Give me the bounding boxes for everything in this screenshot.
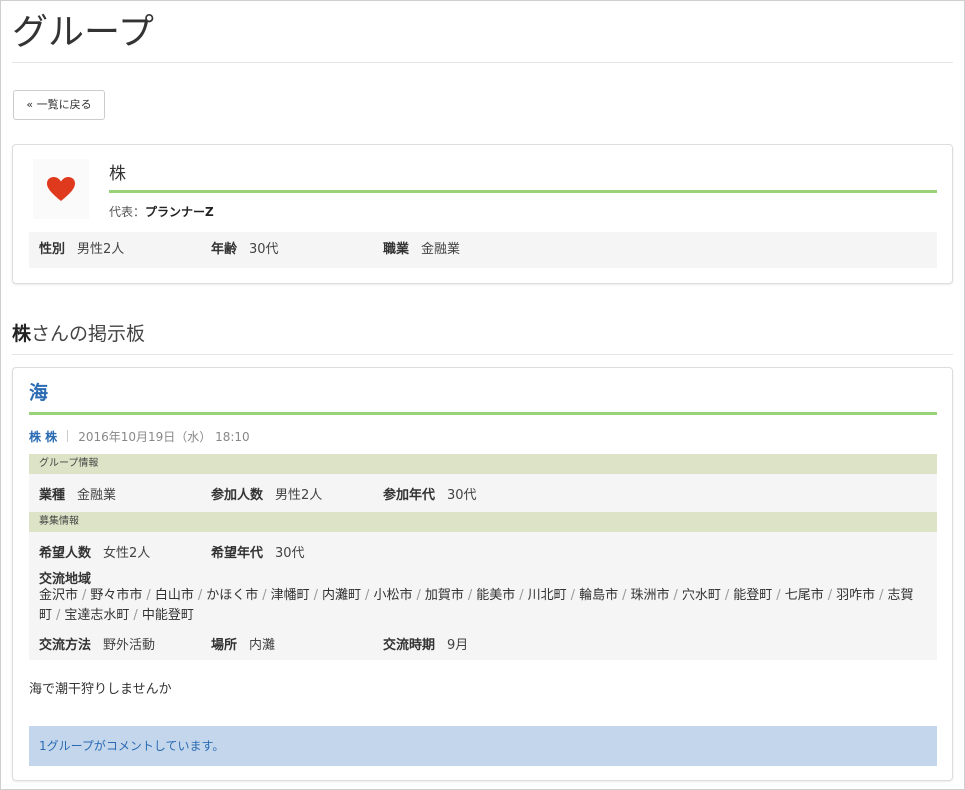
- area-separator: /: [365, 588, 370, 603]
- area-separator: /: [879, 588, 884, 603]
- wanted-value: 女性2人: [103, 546, 151, 561]
- industry-attr: 業種 金融業: [39, 484, 116, 503]
- page-title: グループ: [12, 1, 953, 63]
- recruit-heading: 募集情報: [29, 512, 937, 532]
- wanted-age-label: 希望年代: [211, 546, 264, 561]
- method-label: 交流方法: [39, 638, 92, 653]
- area-item: 白山市: [154, 588, 194, 603]
- area-separator: /: [519, 588, 524, 603]
- area-item: 中能登町: [141, 608, 194, 623]
- area-separator: /: [133, 608, 138, 623]
- area-separator: /: [197, 588, 203, 603]
- area-item: 羽咋市: [836, 588, 876, 603]
- industry-value: 金融業: [77, 488, 117, 503]
- member-age-attr: 参加年代 30代: [383, 484, 477, 503]
- area-separator: /: [146, 588, 151, 603]
- members-attr: 参加人数 男性2人: [211, 484, 322, 503]
- group-attributes: 性別 男性2人 年齢 30代 職業 金融業: [29, 232, 937, 268]
- area-separator: /: [570, 588, 576, 603]
- area-item: 金沢市: [39, 588, 79, 603]
- post-meta: 株 株 2016年10月19日（水） 18:10: [29, 428, 250, 445]
- heart-icon: [47, 177, 75, 201]
- job-label: 職業: [383, 242, 410, 257]
- board-owner: 株: [12, 323, 32, 345]
- area-item: 珠洲市: [630, 588, 670, 603]
- area-separator: /: [724, 588, 730, 603]
- member-age-value: 30代: [447, 488, 477, 503]
- age-attr: 年齢 30代: [211, 232, 279, 268]
- area-item: 輪島市: [579, 588, 619, 603]
- method-value: 野外活動: [103, 638, 156, 653]
- members-value: 男性2人: [275, 488, 323, 503]
- method-attr: 交流方法 野外活動: [39, 634, 155, 653]
- post-title[interactable]: 海: [29, 378, 937, 415]
- area-separator: /: [776, 588, 781, 603]
- area-separator: /: [622, 588, 627, 603]
- post-date: 2016年10月19日（水） 18:10: [78, 430, 250, 444]
- representative-name[interactable]: プランナーZ: [145, 205, 214, 219]
- gender-label: 性別: [39, 242, 66, 257]
- representative: 代表：プランナーZ: [109, 203, 214, 220]
- area-item: 津幡町: [270, 588, 310, 603]
- post-card: 海 株 株 2016年10月19日（水） 18:10 グループ情報 業種 金融業 参…: [12, 367, 953, 781]
- age-value: 30代: [249, 242, 279, 257]
- place-value: 内灘: [249, 638, 276, 653]
- age-label: 年齢: [211, 242, 238, 257]
- wanted-age-value: 30代: [275, 546, 305, 561]
- wanted-age-attr: 希望年代 30代: [211, 542, 305, 561]
- group-info-heading: グループ情報: [29, 454, 937, 474]
- group-profile-card: 株 代表：プランナーZ 性別 男性2人 年齢 30代 職業 金融業: [12, 144, 953, 284]
- area-separator: /: [56, 608, 61, 623]
- area-item: 小松市: [373, 588, 413, 603]
- member-age-label: 参加年代: [383, 488, 436, 503]
- industry-label: 業種: [39, 488, 66, 503]
- wanted-attr: 希望人数 女性2人: [39, 542, 150, 561]
- area-separator: /: [673, 588, 678, 603]
- representative-label: 代表：: [109, 205, 146, 219]
- period-label: 交流時期: [383, 638, 436, 653]
- area-separator: /: [313, 588, 319, 603]
- place-attr: 場所 内灘: [211, 634, 275, 653]
- area-label: 交流地域: [39, 572, 92, 587]
- area-item: 加賀市: [424, 588, 464, 603]
- area-separator: /: [467, 588, 473, 603]
- post-author[interactable]: 株 株: [29, 430, 57, 444]
- group-info-body: 業種 金融業 参加人数 男性2人 参加年代 30代: [29, 474, 937, 512]
- page-container: グループ « 一覧に戻る 株 代表：プランナーZ 性別 男性2人 年齢 30代 職業…: [12, 1, 953, 781]
- area-item: かほく市: [206, 588, 259, 603]
- place-label: 場所: [211, 638, 238, 653]
- meta-divider: [67, 430, 69, 442]
- area-item: 野々市市: [90, 588, 143, 603]
- area-separator: /: [82, 588, 87, 603]
- area-item: 宝達志水町: [64, 608, 130, 623]
- group-avatar: [33, 159, 89, 219]
- job-attr: 職業 金融業: [383, 232, 460, 268]
- area-item: 能美市: [476, 588, 516, 603]
- gender-attr: 性別 男性2人: [39, 232, 124, 268]
- period-value: 9月: [447, 638, 469, 653]
- gender-value: 男性2人: [77, 242, 125, 257]
- area-separator: /: [262, 588, 267, 603]
- area-item: 穴水町: [681, 588, 721, 603]
- period-attr: 交流時期 9月: [383, 634, 468, 653]
- back-to-list-button[interactable]: « 一覧に戻る: [13, 90, 105, 120]
- members-label: 参加人数: [211, 488, 264, 503]
- area-item: 能登町: [733, 588, 773, 603]
- area-separator: /: [827, 588, 833, 603]
- board-title: 株さんの掲示板: [12, 319, 953, 355]
- area-list: 金沢市 / 野々市市 / 白山市 / かほく市 / 津幡町 / 内灘町 / 小松市 / 加賀市 / 能美市 / 川北…: [39, 586, 919, 626]
- area-item: 川北町: [527, 588, 567, 603]
- comment-status-bar[interactable]: 1グループがコメントしています。: [29, 726, 937, 766]
- area-separator: /: [416, 588, 421, 603]
- area-item: 内灘町: [322, 588, 362, 603]
- recruit-body: 希望人数 女性2人 希望年代 30代 交流地域 金沢市 / 野々市市 / 白山市 / かほく市 /…: [29, 532, 937, 660]
- area-item: 七尾市: [784, 588, 824, 603]
- board-suffix: さんの掲示板: [31, 323, 146, 345]
- post-message: 海で潮干狩りしませんか: [29, 682, 172, 697]
- group-name: 株: [109, 159, 937, 193]
- wanted-label: 希望人数: [39, 546, 92, 561]
- job-value: 金融業: [421, 242, 461, 257]
